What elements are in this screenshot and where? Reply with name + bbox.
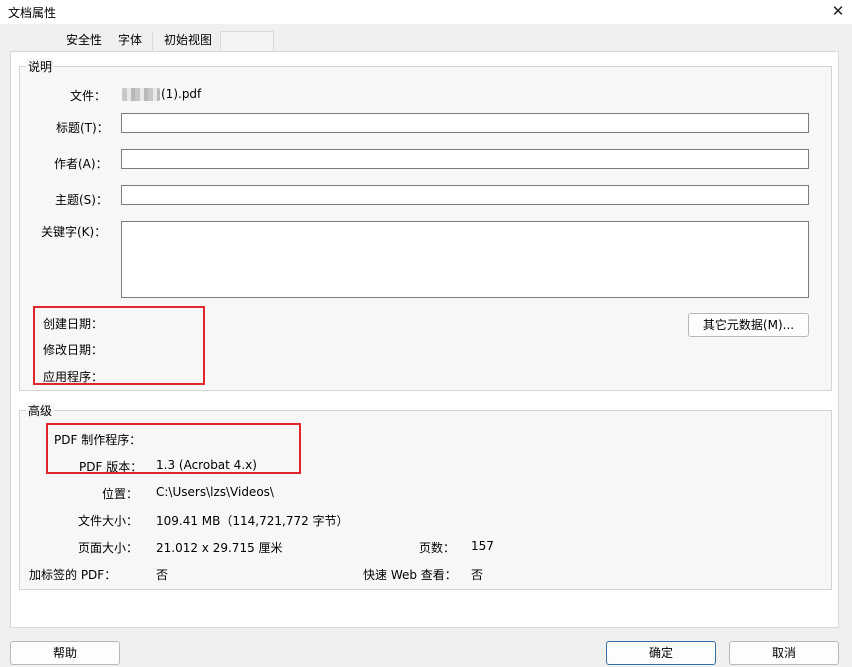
page-size-value: 21.012 x 29.715 厘米: [156, 541, 283, 555]
close-icon[interactable]: ✕: [826, 0, 850, 22]
tagged-pdf-value: 否: [156, 568, 169, 582]
author-label: 作者(A)：: [54, 157, 108, 171]
keywords-label: 关键字(K)：: [41, 225, 107, 239]
file-size-label: 文件大小：: [78, 514, 139, 528]
tab-security[interactable]: 安全性: [60, 31, 113, 50]
tab-fonts[interactable]: 字体: [112, 31, 153, 50]
tab-initial-view[interactable]: 初始视图: [158, 31, 223, 50]
file-name-text: (1).pdf: [161, 87, 202, 101]
cancel-button[interactable]: 取消: [729, 641, 839, 665]
help-button[interactable]: 帮助: [10, 641, 120, 665]
tab-spacer: [220, 31, 274, 51]
advanced-legend: 高级: [26, 402, 55, 419]
title-input[interactable]: [121, 113, 809, 133]
page-count-value: 157: [471, 539, 494, 553]
title-bar: 文档属性 ✕: [0, 0, 852, 24]
subject-label: 主题(S)：: [55, 193, 108, 207]
subject-input[interactable]: [121, 185, 809, 205]
fast-web-view-value: 否: [471, 568, 484, 582]
page-count-label: 页数：: [419, 541, 456, 555]
description-legend: 说明: [26, 58, 55, 75]
window-title: 文档属性: [8, 6, 57, 20]
file-size-value: 109.41 MB（114,721,772 字节）: [156, 514, 349, 528]
keywords-textarea[interactable]: [121, 221, 809, 298]
page-size-label: 页面大小：: [78, 541, 139, 555]
file-value: (1).pdf: [122, 87, 201, 101]
title-label: 标题(T)：: [56, 121, 109, 135]
pdf-info-highlight-box: [46, 423, 301, 474]
location-value: C:\Users\lzs\Videos\: [156, 485, 274, 499]
author-input[interactable]: [121, 149, 809, 169]
tagged-pdf-label: 加标签的 PDF：: [29, 568, 117, 582]
file-label: 文件：: [70, 89, 107, 103]
location-label: 位置：: [102, 487, 139, 501]
ok-button[interactable]: 确定: [606, 641, 716, 665]
fast-web-view-label: 快速 Web 查看：: [363, 568, 457, 582]
redacted-filename: [122, 88, 160, 101]
dates-highlight-box: [33, 306, 205, 385]
more-metadata-button[interactable]: 其它元数据(M)...: [688, 313, 809, 337]
